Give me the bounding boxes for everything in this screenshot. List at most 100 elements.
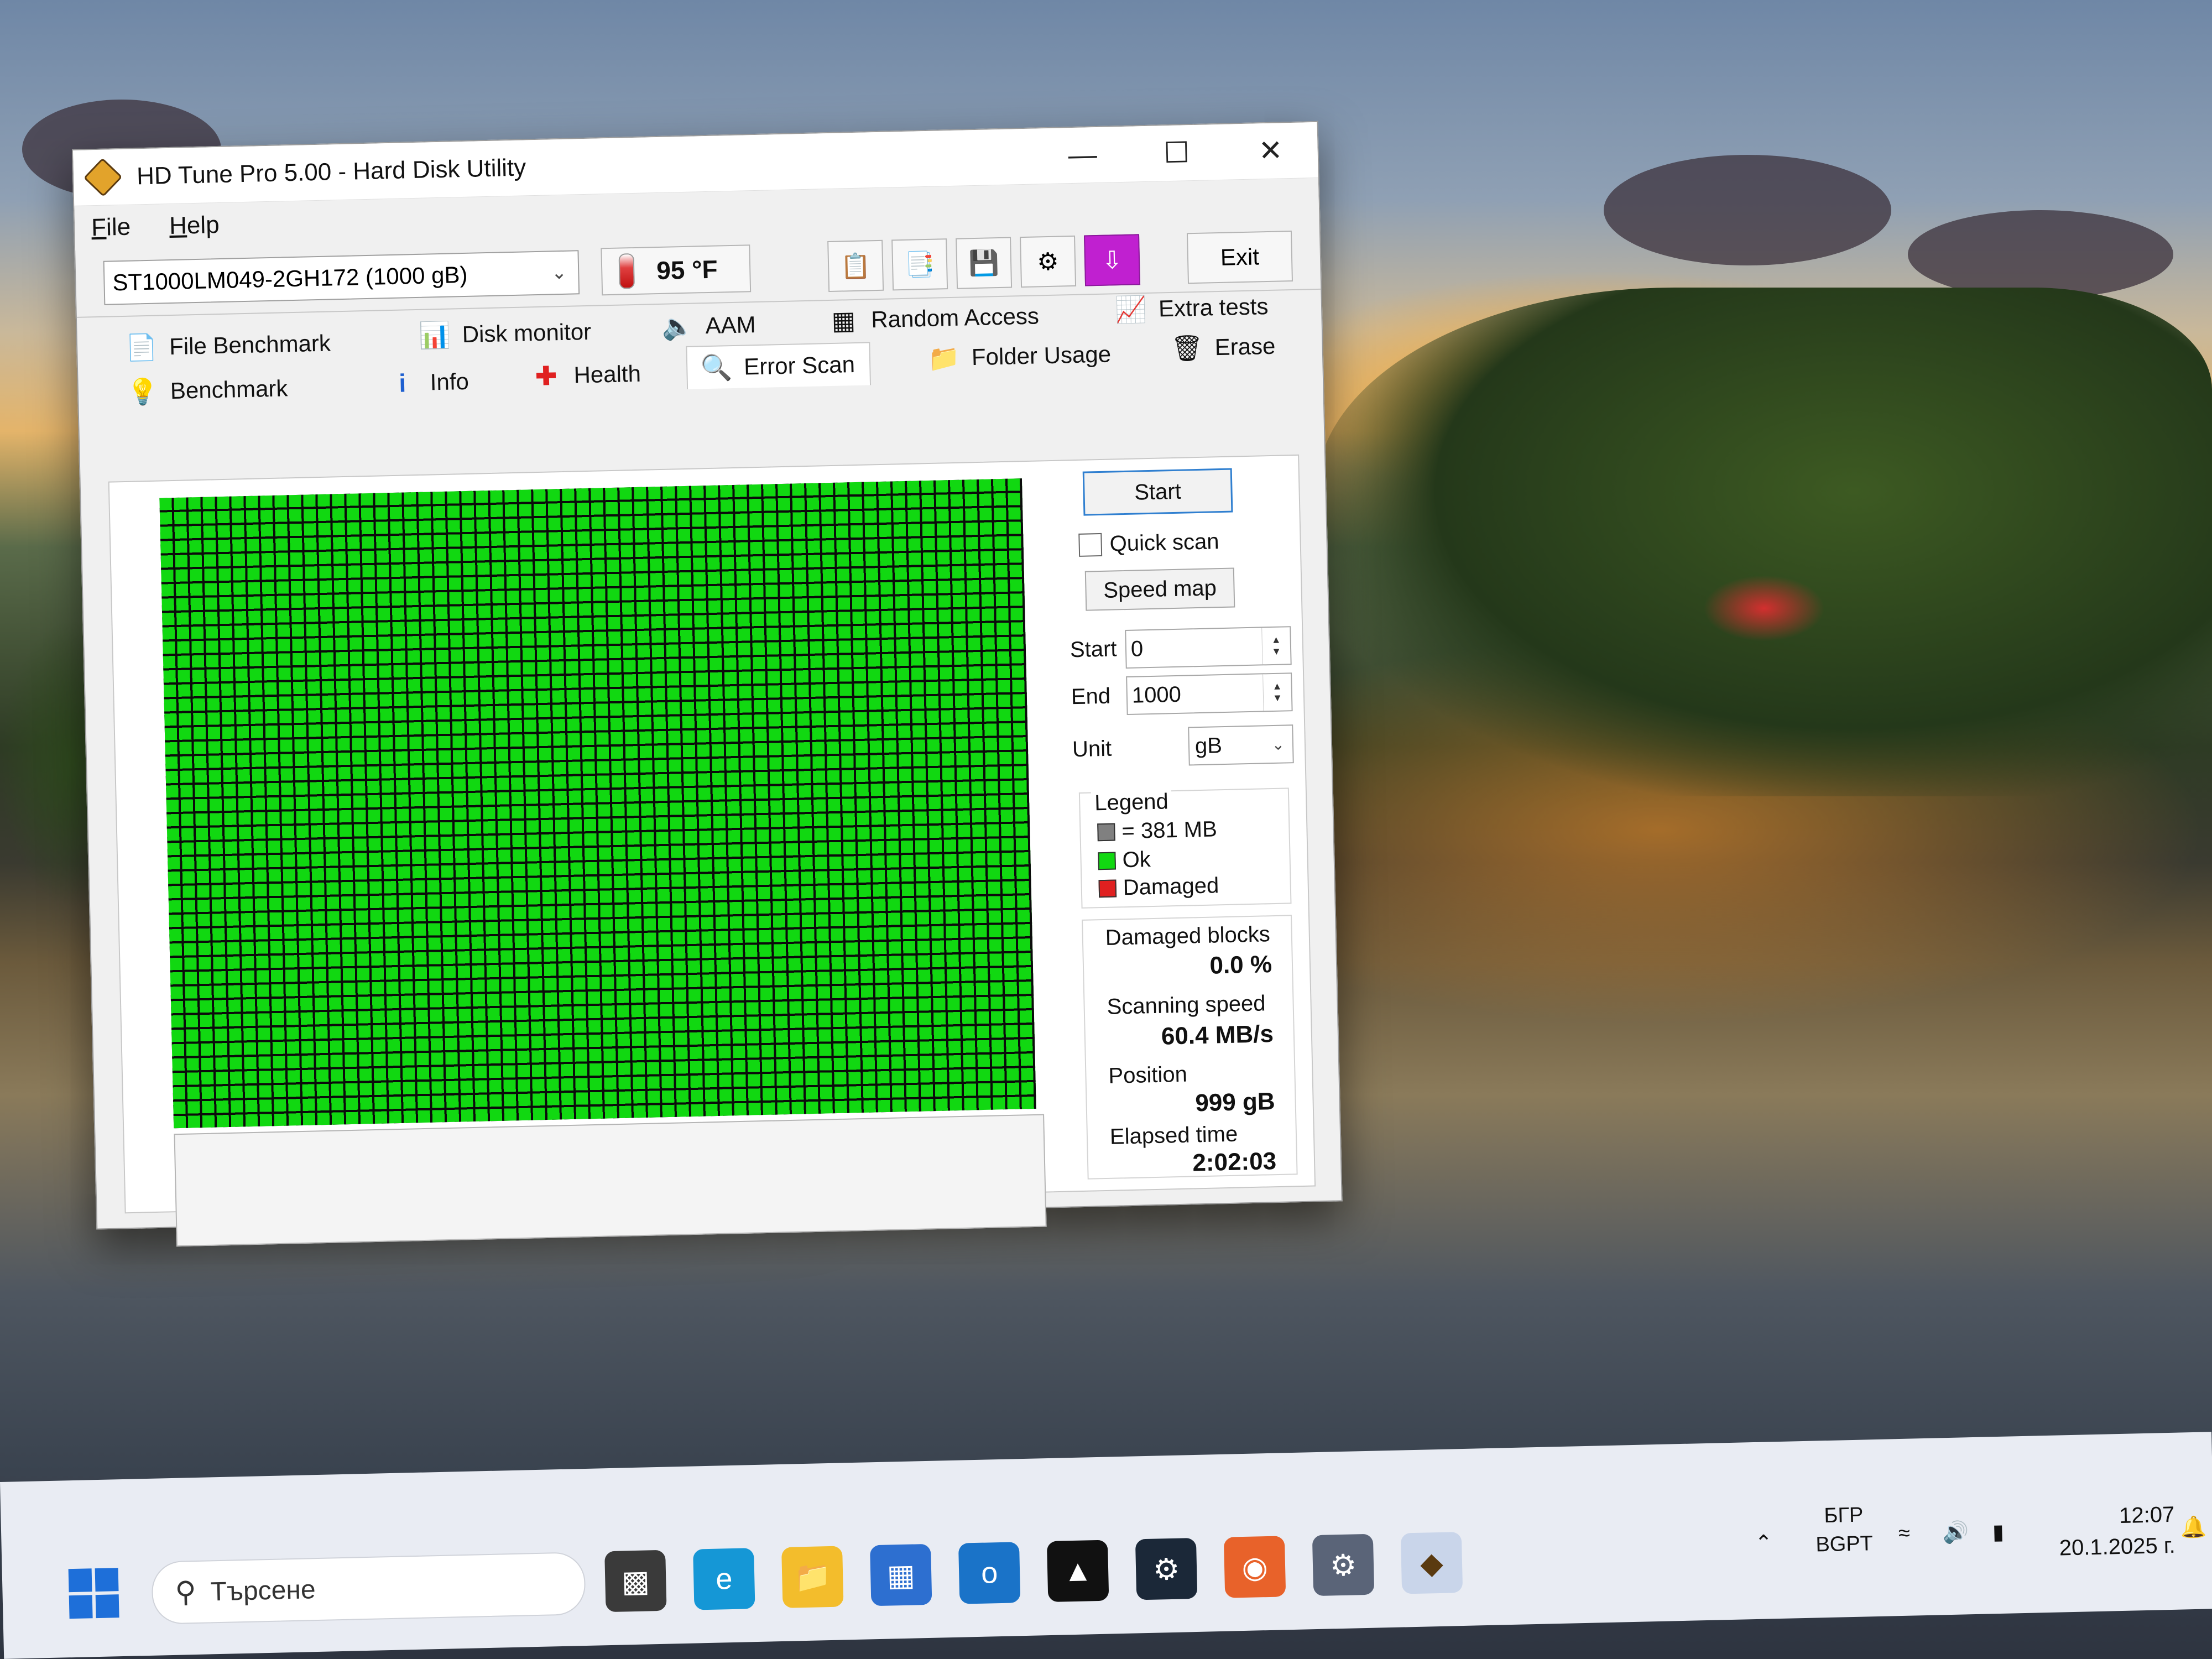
minimize-button[interactable]: — [1035, 127, 1130, 184]
spin-arrows-icon[interactable]: ▲ ▼ [1262, 674, 1292, 711]
hd-tune-taskbar-icon[interactable]: ◆ [1400, 1532, 1463, 1594]
tab-strip: 📄 File Benchmark 📊 Disk monitor 🔈 AAM ▦ Rand… [77, 292, 1323, 429]
scanning-speed-value: 60.4 MB/s [1161, 1020, 1274, 1050]
gray-swatch [1097, 823, 1115, 841]
wallpaper-flowers [1703, 575, 1825, 641]
tab-random-access[interactable]: ▦ Random Access [829, 301, 1040, 335]
copy-info-button[interactable]: 📋 [827, 239, 884, 293]
drive-select[interactable]: ST1000LM049-2GH172 (1000 gB) ⌄ [103, 250, 580, 305]
gears-icon: ⚙ [1036, 248, 1060, 275]
tab-extra-tests[interactable]: 📈 Extra tests [1114, 292, 1269, 324]
maximize-button[interactable]: ☐ [1129, 124, 1224, 182]
start-scan-button[interactable]: Start [1082, 468, 1233, 516]
chevron-down-icon: ⌄ [551, 262, 567, 284]
info-icon: i [398, 368, 406, 398]
tab-benchmark[interactable]: 💡 Benchmark [126, 374, 288, 406]
legend-group: Legend = 381 MB Ok Damaged [1078, 787, 1292, 909]
tab-erase[interactable]: 🗑 Erase [1170, 332, 1276, 363]
position-value: 999 gB [1194, 1088, 1276, 1117]
floppy-disk-icon: 💾 [968, 249, 1000, 278]
tab-file-benchmark[interactable]: 📄 File Benchmark [125, 328, 331, 362]
unit-select[interactable]: gB ⌄ [1188, 724, 1294, 766]
red-swatch [1098, 879, 1117, 898]
damaged-blocks-value: 0.0 % [1209, 951, 1272, 979]
start-input[interactable]: 0 ▲ ▼ [1125, 626, 1292, 669]
outlook-icon[interactable]: o [958, 1542, 1021, 1604]
random-access-icon: ▦ [831, 305, 856, 335]
hd-tune-app-icon [83, 158, 123, 197]
error-scan-panel: Start Quick scan Speed map Start 0 ▲ ▼ End… [108, 454, 1316, 1247]
legend-ok: Ok [1098, 847, 1151, 873]
windows-start-icon[interactable] [68, 1568, 119, 1619]
exit-button[interactable]: Exit [1186, 230, 1293, 284]
position-label: Position [1108, 1062, 1188, 1088]
chevron-down-icon: ⌄ [1271, 735, 1285, 753]
legend-damaged: Damaged [1098, 873, 1219, 901]
disk-monitor-icon: 📊 [418, 320, 451, 350]
tab-aam[interactable]: 🔈 AAM [661, 310, 756, 341]
window-title: HD Tune Pro 5.00 - Hard Disk Utility [136, 154, 526, 190]
download-button[interactable]: ⇩ [1083, 234, 1141, 286]
menu-file[interactable]: File [91, 213, 131, 242]
save-button[interactable]: 💾 [956, 237, 1013, 289]
end-input[interactable]: 1000 ▲ ▼ [1126, 672, 1293, 715]
show-hidden-icons-chevron-icon[interactable]: ⌃ [1755, 1530, 1773, 1556]
menu-help[interactable]: Help [169, 211, 220, 240]
copy-screenshot-icon: 📑 [904, 251, 936, 279]
taskbar-search-box[interactable]: ⚲ Търсене [151, 1552, 586, 1625]
edge-browser-icon[interactable]: e [693, 1548, 755, 1610]
volume-icon[interactable]: 🔊 [1942, 1520, 1969, 1545]
language-indicator[interactable]: БГР BGPT [1815, 1500, 1874, 1559]
legend-block-size: = 381 MB [1097, 817, 1217, 844]
firefox-icon[interactable]: ◉ [1223, 1536, 1286, 1598]
error-scan-block-map [159, 478, 1036, 1129]
wifi-icon[interactable]: ≈ [1898, 1522, 1911, 1546]
tab-folder-usage[interactable]: 📁 Folder Usage [928, 340, 1112, 372]
scan-log-box [174, 1114, 1047, 1247]
speed-map-button[interactable]: Speed map [1084, 567, 1235, 611]
error-scan-controls: Start Quick scan Speed map Start 0 ▲ ▼ End… [1066, 456, 1303, 1180]
steam-icon[interactable]: ⚙ [1135, 1537, 1198, 1600]
extra-tests-icon: 📈 [1114, 294, 1147, 324]
microsoft-store-icon[interactable]: ▦ [869, 1543, 932, 1606]
file-benchmark-icon: 📄 [125, 332, 158, 362]
notification-bell-icon[interactable]: 🔔 [2180, 1515, 2206, 1540]
speaker-icon: 🔈 [661, 311, 694, 341]
download-arrow-icon: ⇩ [1102, 246, 1123, 274]
health-cross-icon: ✚ [535, 361, 557, 391]
spin-arrows-icon[interactable]: ▲ ▼ [1261, 627, 1291, 665]
checkbox-box[interactable] [1078, 533, 1103, 557]
close-button[interactable]: ✕ [1223, 122, 1318, 180]
task-view-icon[interactable]: ▩ [604, 1550, 667, 1613]
damaged-blocks-label: Damaged blocks [1105, 922, 1271, 950]
magnifier-icon: 🔍 [700, 352, 733, 382]
tab-info[interactable]: i Info [388, 367, 469, 398]
copy-icon: 📋 [840, 252, 872, 280]
file-explorer-icon[interactable]: 📁 [781, 1546, 844, 1608]
tab-error-scan[interactable]: 🔍 Error Scan [686, 342, 871, 389]
start-label: Start [1070, 637, 1117, 662]
taskbar-clock[interactable]: 12:07 20.1.2025 г. [2042, 1499, 2176, 1564]
battery-icon[interactable]: ▮ [1992, 1520, 2005, 1545]
quick-scan-checkbox[interactable]: Quick scan [1078, 529, 1219, 557]
tab-disk-monitor[interactable]: 📊 Disk monitor [418, 317, 592, 350]
legend-title: Legend [1091, 789, 1172, 816]
search-icon: ⚲ [174, 1576, 197, 1609]
copy-screenshot-button[interactable]: 📑 [891, 238, 948, 291]
predator-sense-icon[interactable]: ▲ [1046, 1540, 1109, 1603]
scan-stats-group: Damaged blocks 0.0 % Scanning speed 60.4… [1082, 915, 1298, 1180]
wallpaper-cloud [1908, 210, 2173, 299]
temperature-display: 95 °F [601, 244, 752, 296]
options-button[interactable]: ⚙ [1020, 235, 1077, 288]
settings-gear-icon[interactable]: ⚙ [1312, 1533, 1375, 1597]
tab-health[interactable]: ✚ Health [531, 359, 641, 390]
wallpaper-forest [1316, 288, 2212, 796]
wallpaper-cloud [1604, 155, 1891, 265]
scanning-speed-label: Scanning speed [1107, 991, 1266, 1019]
elapsed-time-value: 2:02:03 [1192, 1147, 1277, 1177]
lightbulb-icon: 💡 [126, 377, 159, 406]
trash-icon: 🗑 [1170, 333, 1204, 363]
temperature-value: 95 °F [656, 254, 718, 285]
end-label: End [1071, 684, 1111, 709]
green-swatch [1098, 852, 1117, 870]
